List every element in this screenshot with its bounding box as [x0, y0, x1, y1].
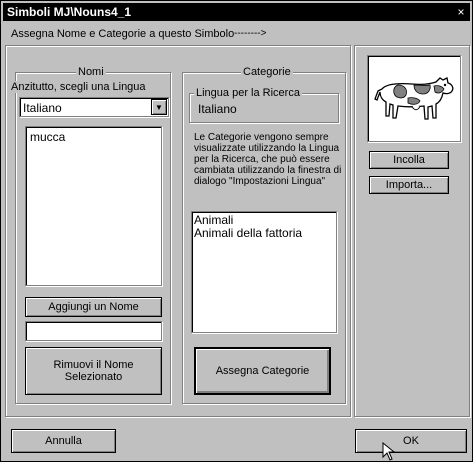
categories-list[interactable]: Animali Animali della fattoria: [191, 211, 337, 333]
symbol-image: [367, 55, 461, 142]
search-language-value: Italiano: [198, 102, 237, 116]
close-button[interactable]: ×: [454, 5, 468, 19]
list-item[interactable]: mucca: [30, 131, 157, 144]
language-prompt: Anzitutto, scegli una Lingua: [9, 81, 148, 93]
instruction-text: Assegna Nome e Categorie a questo Simbol…: [11, 28, 235, 40]
language-select[interactable]: Italiano ▼: [19, 97, 169, 117]
assign-categories-button[interactable]: Assegna Categorie: [194, 347, 331, 395]
window-title: Simboli MJ\Nouns4_1: [7, 5, 132, 19]
remove-name-button[interactable]: Rimuovi il Nome Selezionato: [25, 347, 162, 395]
ok-button[interactable]: OK: [355, 429, 467, 453]
instruction-arrow: -------->: [234, 28, 267, 39]
cancel-button[interactable]: Annulla: [11, 429, 116, 453]
cow-icon: [374, 77, 454, 120]
language-select-value: Italiano: [23, 101, 62, 115]
search-language-label: Lingua per la Ricerca: [194, 87, 302, 99]
chevron-down-icon[interactable]: ▼: [151, 99, 167, 115]
names-group-label: Nomi: [76, 66, 106, 78]
list-item[interactable]: Animali della fattoria: [194, 227, 334, 240]
dialog-window: Simboli MJ\Nouns4_1 × Assegna Nome e Cat…: [0, 0, 473, 462]
categories-info-text: Le Categorie vengono sempre visualizzate…: [194, 132, 342, 187]
title-bar: Simboli MJ\Nouns4_1 ×: [3, 3, 470, 21]
paste-button[interactable]: Incolla: [369, 151, 449, 169]
categories-group-label: Categorie: [241, 66, 293, 78]
mouse-pointer-icon: [382, 442, 396, 461]
import-button[interactable]: Importa...: [369, 176, 449, 194]
names-list[interactable]: mucca: [25, 126, 162, 286]
new-name-field[interactable]: [25, 321, 162, 341]
add-name-button[interactable]: Aggiungi un Nome: [25, 297, 162, 317]
